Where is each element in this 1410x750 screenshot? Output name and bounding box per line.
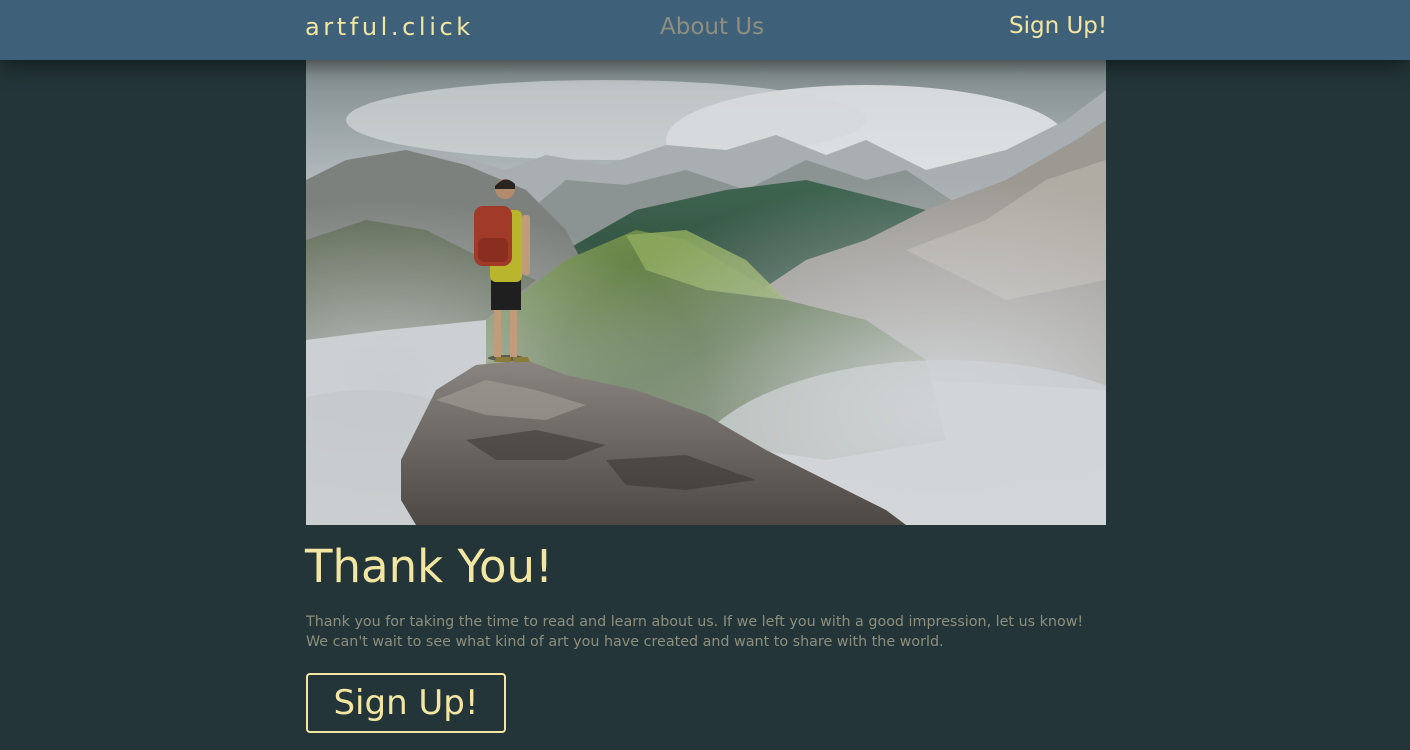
brand-logo-link[interactable]: artful.click xyxy=(305,13,474,41)
nav-sign-up-link[interactable]: Sign Up! xyxy=(1009,13,1107,39)
page-title: Thank You! xyxy=(305,540,554,593)
thank-you-message: Thank you for taking the time to read an… xyxy=(306,614,1084,650)
mountain-hiker-illustration xyxy=(306,60,1106,525)
sign-up-button[interactable]: Sign Up! xyxy=(306,673,506,733)
navbar: artful.click About Us Sign Up! xyxy=(0,0,1410,60)
hero-image xyxy=(306,60,1106,525)
nav-about-us-link[interactable]: About Us xyxy=(660,14,764,40)
